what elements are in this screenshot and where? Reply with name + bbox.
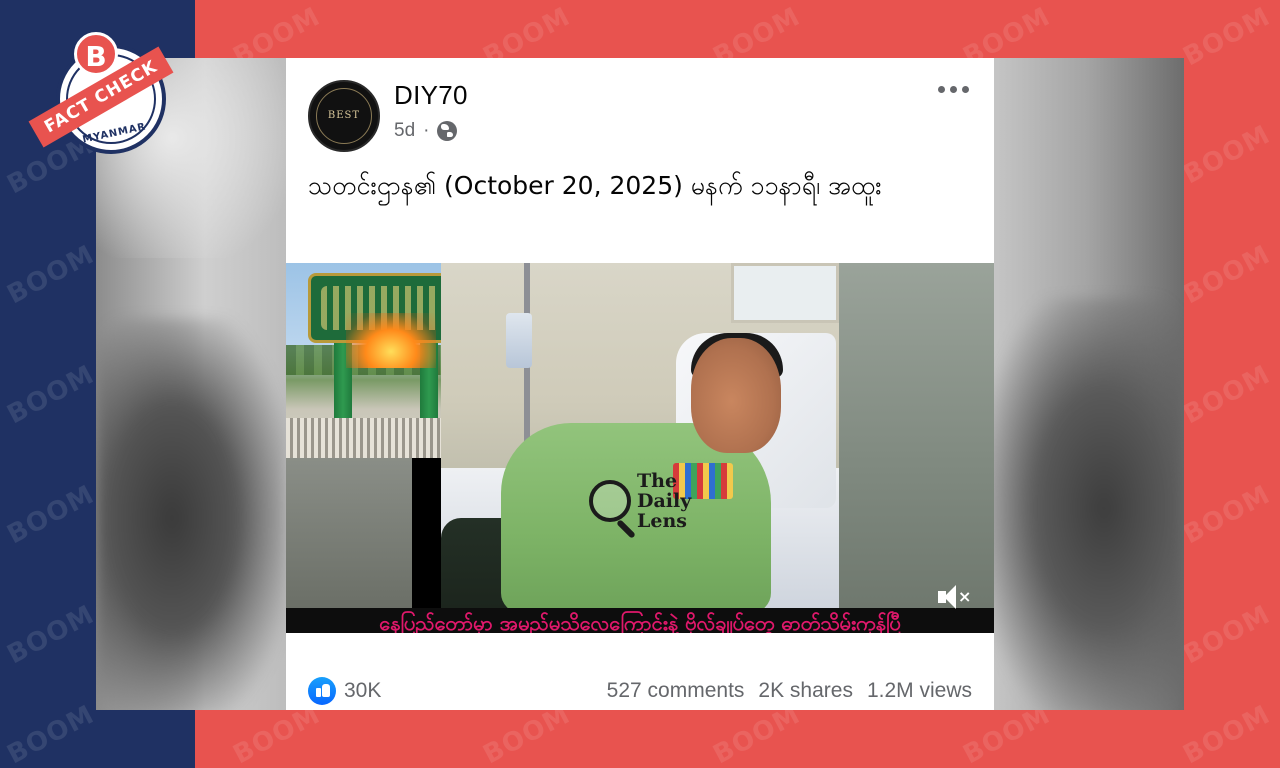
globe-icon <box>437 121 458 141</box>
daily-lens-logo: The Daily Lens <box>589 471 691 531</box>
boom-logo-letter: B <box>74 32 118 76</box>
hospital-bed-photo: The Daily Lens <box>441 263 839 608</box>
video-caption-banner: နေပြည်တော်မှာ အမည်မသိလေကြောင်းနဲ့ ဗိုလ်ခ… <box>286 608 994 633</box>
post-meta: 5d · <box>394 120 458 142</box>
like-reaction-icon[interactable] <box>308 677 336 705</box>
meta-separator: · <box>423 120 430 141</box>
page-avatar[interactable]: BEST <box>308 80 380 152</box>
boom-fact-check-badge: B FACT CHECK MYANMAR <box>26 18 176 158</box>
logo-line-1: The <box>637 470 678 492</box>
facebook-post-card: BEST DIY70 5d · သတင်းဌာန၏ (October 20, 2… <box>286 58 994 710</box>
logo-line-3: Lens <box>637 510 687 532</box>
speaker-muted-icon[interactable]: × <box>936 583 971 613</box>
view-count: 1.2M views <box>866 679 972 702</box>
more-options-icon[interactable] <box>938 86 969 93</box>
share-count[interactable]: 2K shares <box>758 679 853 703</box>
post-video[interactable]: The Daily Lens နေပြည်တော်မှာ အမည်မသိလေကြ… <box>286 263 994 633</box>
blurred-side-panel <box>286 458 412 608</box>
comment-count[interactable]: 527 comments <box>607 679 745 703</box>
page-name-link[interactable]: DIY70 <box>394 80 468 111</box>
post-caption: သတင်းဌာန၏ (October 20, 2025) မနက် ၁၁နာရီ… <box>308 171 882 200</box>
reaction-count[interactable]: 30K <box>344 679 381 703</box>
magnifier-icon <box>589 480 631 522</box>
post-timestamp[interactable]: 5d <box>394 120 415 142</box>
blurred-side-panel <box>839 263 994 608</box>
post-stats-bar: 30K 527 comments 2K shares 1.2M views <box>308 676 972 706</box>
logo-line-2: Daily <box>637 490 692 512</box>
